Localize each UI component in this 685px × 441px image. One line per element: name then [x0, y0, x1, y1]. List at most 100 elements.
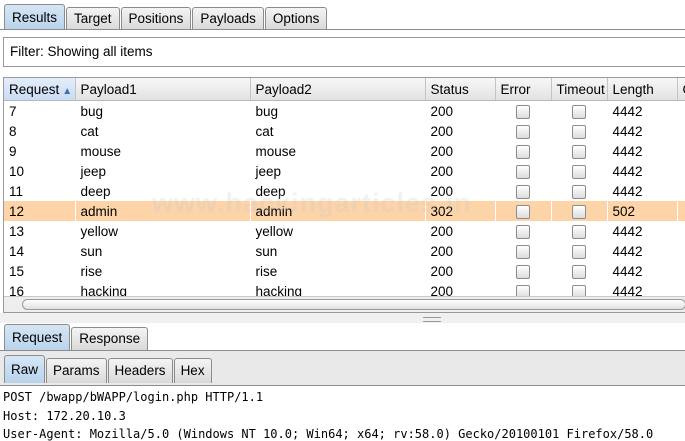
error-checkbox[interactable] — [516, 204, 530, 219]
tab-positions[interactable]: Positions — [120, 7, 192, 30]
column-header-payload1[interactable]: Payload1 — [75, 78, 251, 101]
table-row[interactable]: 13 yellow yellow 200 4442 — [4, 221, 685, 241]
column-header-length[interactable]: Length — [607, 78, 678, 101]
error-cell — [495, 161, 551, 181]
tab-hex[interactable]: Hex — [173, 358, 212, 383]
request-cell: 11 — [9, 183, 24, 199]
table-row[interactable]: 8 cat cat 200 4442 — [4, 121, 685, 141]
request-cell: 12 — [4, 201, 75, 221]
scrollbar-thumb[interactable] — [22, 299, 685, 310]
status-cell: 200 — [430, 163, 454, 179]
status-cell: 200 — [430, 243, 454, 259]
user-agent-header-line: User-Agent: Mozilla/5.0 (Windows NT 10.0… — [3, 427, 654, 441]
payload1-cell: cat — [80, 123, 99, 139]
column-header-payload2[interactable]: Payload2 — [250, 78, 426, 101]
request-cell: 14 — [9, 243, 25, 259]
timeout-checkbox[interactable] — [572, 104, 586, 119]
horizontal-scrollbar[interactable] — [4, 296, 685, 312]
error-checkbox[interactable] — [516, 104, 530, 119]
table-row[interactable]: 10 jeep jeep 200 4442 — [4, 161, 685, 181]
sort-ascending-icon: ▲ — [62, 85, 73, 97]
comment-cell — [677, 121, 685, 141]
error-cell — [495, 141, 551, 161]
timeout-checkbox[interactable] — [572, 224, 586, 239]
timeout-checkbox[interactable] — [572, 164, 586, 179]
table-row[interactable]: 7 bug bug 200 4442 — [4, 101, 685, 122]
error-checkbox[interactable] — [516, 244, 530, 259]
timeout-checkbox[interactable] — [572, 144, 586, 159]
comment-cell — [677, 181, 685, 201]
tab-params[interactable]: Params — [46, 358, 107, 383]
raw-request-editor[interactable]: POST /bwapp/bWAPP/login.php HTTP/1.1 Hos… — [0, 388, 685, 441]
view-tab-bar: Raw Params Headers Hex — [0, 355, 213, 383]
tab-request[interactable]: Request — [4, 324, 71, 350]
length-cell: 4442 — [612, 243, 643, 259]
status-cell: 200 — [430, 223, 454, 239]
column-header-request[interactable]: Request ▲ — [4, 78, 76, 101]
payload2-cell: mouse — [255, 143, 297, 159]
column-header-timeout[interactable]: Timeout — [551, 78, 608, 101]
error-checkbox[interactable] — [516, 124, 530, 139]
payload2-cell: cat — [255, 123, 274, 139]
table-row[interactable]: 11 deep deep 200 4442 — [4, 181, 685, 201]
payload1-cell: sun — [80, 243, 103, 259]
tab-target[interactable]: Target — [66, 7, 120, 30]
tab-options[interactable]: Options — [264, 7, 328, 30]
pane-splitter[interactable] — [0, 313, 685, 323]
timeout-checkbox[interactable] — [572, 184, 586, 199]
timeout-cell — [551, 201, 607, 221]
status-cell: 200 — [430, 143, 454, 159]
tab-raw[interactable]: Raw — [4, 355, 46, 383]
error-checkbox[interactable] — [516, 144, 530, 159]
table-row[interactable]: 12 admin admin 302 502 — [4, 201, 685, 221]
error-checkbox[interactable] — [516, 224, 530, 239]
column-header-error[interactable]: Error — [495, 78, 552, 101]
timeout-checkbox[interactable] — [572, 124, 586, 139]
error-checkbox[interactable] — [516, 164, 530, 179]
error-cell — [495, 121, 551, 141]
comment-cell — [677, 261, 685, 281]
payload2-cell: admin — [250, 201, 425, 221]
splitter-grip-icon[interactable] — [423, 317, 441, 322]
intruder-tab-bar: Results Target Positions Payloads Option… — [0, 3, 685, 30]
filter-bar[interactable]: Filter: Showing all items — [3, 37, 685, 67]
length-cell: 4442 — [612, 123, 643, 139]
timeout-cell — [551, 261, 607, 281]
payload2-cell: rise — [255, 263, 278, 279]
host-header-line: Host: 172.20.10.3 — [3, 408, 126, 423]
payload2-cell: bug — [255, 103, 279, 119]
tab-results[interactable]: Results — [4, 4, 66, 30]
length-cell: 4442 — [612, 263, 643, 279]
table-row[interactable]: 15 rise rise 200 4442 — [4, 261, 685, 281]
timeout-cell — [551, 141, 607, 161]
payload1-cell: bug — [80, 103, 104, 119]
timeout-cell — [551, 101, 607, 122]
error-cell — [495, 181, 551, 201]
payload1-cell: jeep — [80, 163, 107, 179]
error-checkbox[interactable] — [516, 264, 530, 279]
timeout-checkbox[interactable] — [572, 244, 586, 259]
length-cell: 4442 — [612, 223, 643, 239]
table-header-row: Request ▲ Payload1 Payload2 Status Error … — [4, 78, 685, 101]
comment-cell — [677, 101, 685, 122]
length-cell: 4442 — [612, 143, 643, 159]
tab-payloads[interactable]: Payloads — [192, 7, 264, 30]
column-header-comment[interactable]: C — [677, 78, 685, 101]
column-header-status[interactable]: Status — [425, 78, 496, 101]
length-cell: 4442 — [612, 163, 643, 179]
payload2-cell: sun — [255, 243, 278, 259]
tab-headers[interactable]: Headers — [107, 358, 173, 383]
table-row[interactable]: 14 sun sun 200 4442 — [4, 241, 685, 261]
payload1-cell: admin — [75, 201, 250, 221]
comment-cell — [677, 221, 685, 241]
results-table: Request ▲ Payload1 Payload2 Status Error … — [4, 78, 685, 301]
payload1-cell: mouse — [80, 143, 122, 159]
table-row[interactable]: 9 mouse mouse 200 4442 — [4, 141, 685, 161]
error-cell — [495, 241, 551, 261]
error-checkbox[interactable] — [516, 184, 530, 199]
timeout-checkbox[interactable] — [572, 204, 586, 219]
timeout-cell — [551, 121, 607, 141]
timeout-checkbox[interactable] — [572, 264, 586, 279]
status-cell: 200 — [430, 103, 454, 119]
tab-response[interactable]: Response — [71, 327, 149, 350]
